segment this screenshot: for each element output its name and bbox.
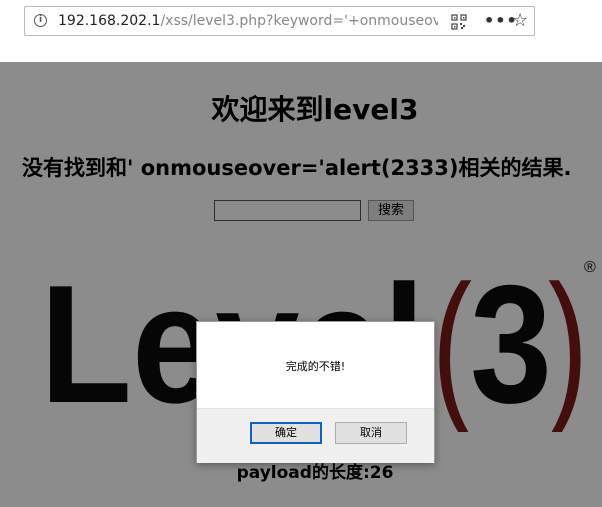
qr-code-icon[interactable] — [451, 14, 467, 30]
url-text[interactable]: 192.168.202.1/xss/level3.php?keyword='+o… — [58, 13, 438, 29]
cancel-button[interactable]: 取消 — [335, 422, 407, 444]
ok-button[interactable]: 确定 — [250, 422, 322, 444]
bookmark-star-icon[interactable]: ☆ — [512, 10, 528, 31]
address-bar[interactable]: i 192.168.202.1/xss/level3.php?keyword='… — [24, 6, 535, 36]
url-path: /xss/level3.php?keyword='+onmouseove — [160, 13, 438, 29]
info-icon[interactable]: i — [34, 14, 47, 27]
alert-dialog: 完成的不错! 确定 取消 — [196, 321, 435, 463]
dialog-footer: 确定 取消 — [197, 408, 434, 463]
browser-toolbar: i 192.168.202.1/xss/level3.php?keyword='… — [0, 0, 602, 62]
url-host: 192.168.202.1 — [58, 13, 161, 29]
dialog-message: 完成的不错! — [285, 360, 346, 373]
